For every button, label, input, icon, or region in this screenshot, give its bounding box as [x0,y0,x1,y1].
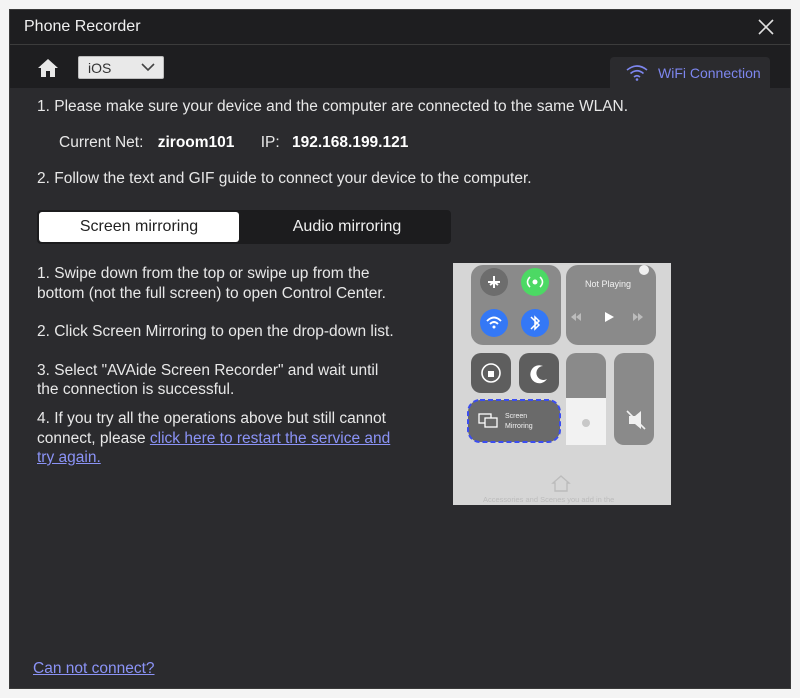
wifi-tab-label: WiFi Connection [658,65,761,81]
step-2-text: 2. Follow the text and GIF guide to conn… [37,170,532,187]
control-center-illustration: Not Playing Screen Mirroring Accessories… [453,263,671,505]
content-panel: 1. Please make sure your device and the … [10,88,790,688]
wifi-icon [626,65,648,81]
os-select[interactable]: iOS [78,56,164,79]
instruction-1-line-2: bottom (not the full screen) to open Con… [37,285,386,302]
close-icon [758,19,774,35]
tab-audio-mirroring[interactable]: Audio mirroring [247,212,447,242]
current-net-row: Current Net: ziroom101 IP: 192.168.199.1… [59,134,408,152]
cant-connect-text[interactable]: Can not connect? [33,660,155,677]
instruction-4-line-1: 4. If you try all the operations above b… [37,410,386,427]
home-icon [38,59,58,77]
step-1-text: 1. Please make sure your device and the … [37,98,629,115]
restart-service-link-cont[interactable]: try again. [37,449,101,466]
screen-mirroring-line2: Mirroring [505,423,533,430]
ip-value: 192.168.199.121 [291,134,409,151]
instruction-4-line-3: try again. [37,448,427,468]
home-button[interactable] [37,58,59,78]
screen-mirroring-line1: Screen [505,413,527,420]
instruction-4-line-2: connect, please click here to restart th… [37,429,427,449]
footer-text: Accessories and Scenes you add in the [483,495,614,504]
tab-wifi-connection[interactable]: WiFi Connection [610,57,770,89]
instruction-1-line-1: 1. Swipe down from the top or swipe up f… [37,265,370,282]
toolbar: iOS WiFi Connection [10,46,790,89]
chevron-down-icon [141,63,155,72]
instruction-2: 2. Click Screen Mirroring to open the dr… [37,323,394,340]
title-bar: Phone Recorder [10,10,790,45]
close-button[interactable] [756,17,776,37]
current-net-value: ziroom101 [157,134,235,151]
current-net-label: Current Net: [59,134,144,151]
os-select-value: iOS [88,60,112,76]
cellular-icon [532,279,538,285]
tab-screen-mirroring[interactable]: Screen mirroring [39,212,239,242]
instruction-4-prefix: connect, please [37,430,150,447]
restart-service-link[interactable]: click here to restart the service and [150,430,390,447]
instruction-3-line-2: the connection is successful. [37,381,235,398]
ip-label: IP: [260,134,280,151]
cant-connect-link[interactable]: Can not connect? [33,660,155,678]
instruction-3-line-1: 3. Select "AVAide Screen Recorder" and w… [37,362,379,379]
control-center-guide-image: Not Playing Screen Mirroring Accessories… [453,263,671,505]
brightness-icon [582,419,590,427]
screen-mirroring-icon [484,417,498,428]
window-title: Phone Recorder [24,18,141,35]
not-playing-text: Not Playing [585,279,631,289]
phone-recorder-window: Phone Recorder iOS WiFi Connection 1. Pl… [9,9,791,689]
mirroring-tabs: Screen mirroring Audio mirroring [37,210,451,244]
